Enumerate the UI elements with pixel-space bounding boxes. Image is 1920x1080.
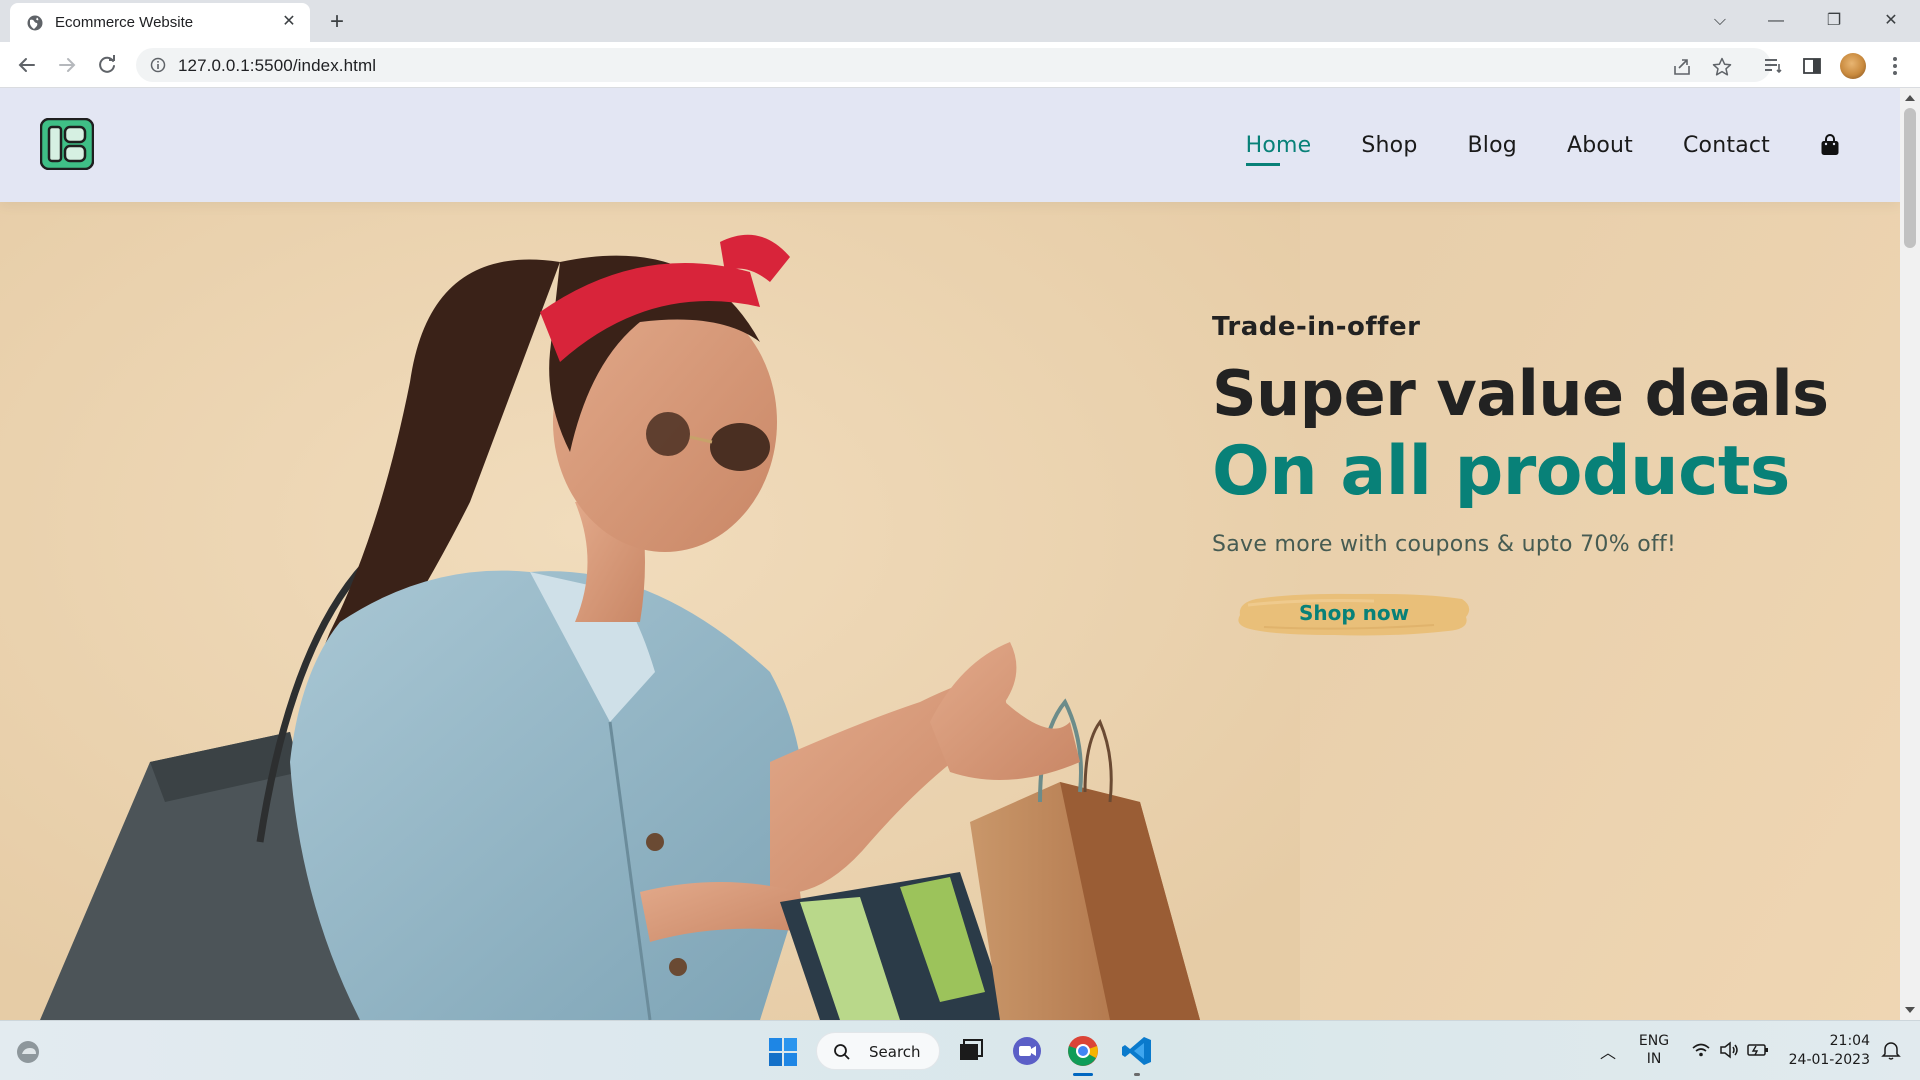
nav-home-link[interactable]: Home [1245, 133, 1312, 166]
chevron-down-icon[interactable]: ⌵ [1700, 6, 1740, 36]
language-code: ENG [1638, 1033, 1670, 1049]
chrome-icon[interactable] [1066, 1034, 1100, 1068]
hero-headline: Super value deals [1212, 357, 1829, 430]
vscode-icon[interactable] [1120, 1034, 1154, 1068]
shopping-bag-icon[interactable] [1820, 134, 1840, 156]
weather-widget-icon[interactable] [14, 1038, 42, 1066]
plus-icon[interactable]: + [323, 8, 351, 36]
reload-icon[interactable] [92, 50, 122, 80]
hero-kicker: Trade-in-offer [1212, 312, 1421, 342]
menu-dots-icon[interactable] [1884, 55, 1906, 77]
chevron-up-icon[interactable]: ︿ [1600, 1039, 1616, 1063]
brand-logo-icon[interactable] [40, 118, 94, 170]
window-close-icon[interactable]: ✕ [1871, 6, 1911, 36]
windows-start-icon[interactable] [768, 1037, 798, 1067]
volume-icon[interactable] [1718, 1039, 1740, 1061]
battery-icon[interactable] [1746, 1039, 1770, 1061]
scrollbar-thumb[interactable] [1904, 108, 1916, 248]
main-nav: Home Shop Blog About Contact [1245, 88, 1840, 202]
taskbar-clock[interactable]: 21:04 24-01-2023 [1784, 1032, 1870, 1070]
vscode-running-indicator [1134, 1073, 1140, 1076]
os-taskbar: Search ︿ ENG IN 21:04 24-01-2023 [0, 1020, 1920, 1080]
nav-contact-link[interactable]: Contact [1683, 133, 1770, 158]
tab-title: Ecommerce Website [55, 14, 194, 31]
page-scrollbar[interactable] [1900, 88, 1920, 1020]
hero-tagline: Save more with coupons & upto 70% off! [1212, 532, 1677, 557]
task-view-icon[interactable] [954, 1034, 988, 1068]
nav-blog-link[interactable]: Blog [1468, 133, 1517, 158]
side-panel-icon[interactable] [1801, 55, 1823, 77]
scroll-up-arrow-icon[interactable] [1905, 95, 1915, 101]
nav-about-link[interactable]: About [1567, 133, 1633, 158]
hero-copy: Trade-in-offer Super value deals On all … [1212, 312, 1829, 641]
shop-now-button[interactable]: Shop now [1234, 585, 1474, 641]
clock-date: 24-01-2023 [1788, 1052, 1870, 1068]
address-bar[interactable]: 127.0.0.1:5500/index.html [136, 48, 1771, 82]
back-icon[interactable] [12, 50, 42, 80]
wifi-icon[interactable] [1690, 1039, 1712, 1061]
star-icon[interactable] [1711, 56, 1733, 78]
teams-chat-icon[interactable] [1010, 1034, 1044, 1068]
hero-model-image [0, 202, 1300, 1020]
close-icon[interactable]: ✕ [280, 13, 298, 31]
url-text: 127.0.0.1:5500/index.html [178, 56, 377, 75]
forward-icon[interactable] [52, 50, 82, 80]
browser-toolbar: 127.0.0.1:5500/index.html [0, 42, 1920, 88]
page-viewport: Home Shop Blog About Contact Trade-in-of… [0, 88, 1900, 1020]
reading-list-icon[interactable] [1762, 55, 1784, 77]
share-icon[interactable] [1671, 56, 1693, 78]
language-indicator[interactable]: ENG IN [1634, 1032, 1674, 1068]
clock-time: 21:04 [1829, 1033, 1870, 1049]
notification-bell-icon[interactable] [1880, 1039, 1902, 1061]
search-icon [834, 1044, 850, 1060]
chrome-running-indicator [1073, 1073, 1093, 1076]
hero-subheadline: On all products [1212, 432, 1790, 511]
nav-shop-link[interactable]: Shop [1361, 133, 1417, 158]
restore-icon[interactable]: ❐ [1814, 6, 1854, 36]
globe-icon [27, 15, 43, 31]
taskbar-search-label: Search [869, 1043, 921, 1061]
tab-strip: Ecommerce Website ✕ + ⌵ — ❐ ✕ [0, 0, 1920, 42]
site-header: Home Shop Blog About Contact [0, 88, 1900, 202]
hero-banner: Trade-in-offer Super value deals On all … [0, 202, 1900, 1020]
minimize-icon[interactable]: — [1756, 6, 1796, 36]
info-icon[interactable] [150, 57, 166, 73]
profile-avatar[interactable] [1840, 53, 1866, 79]
shop-now-label: Shop now [1298, 601, 1410, 625]
taskbar-search[interactable]: Search [816, 1032, 940, 1070]
scroll-down-arrow-icon[interactable] [1905, 1007, 1915, 1013]
region-code: IN [1646, 1051, 1662, 1067]
browser-tab[interactable]: Ecommerce Website ✕ [10, 3, 310, 42]
